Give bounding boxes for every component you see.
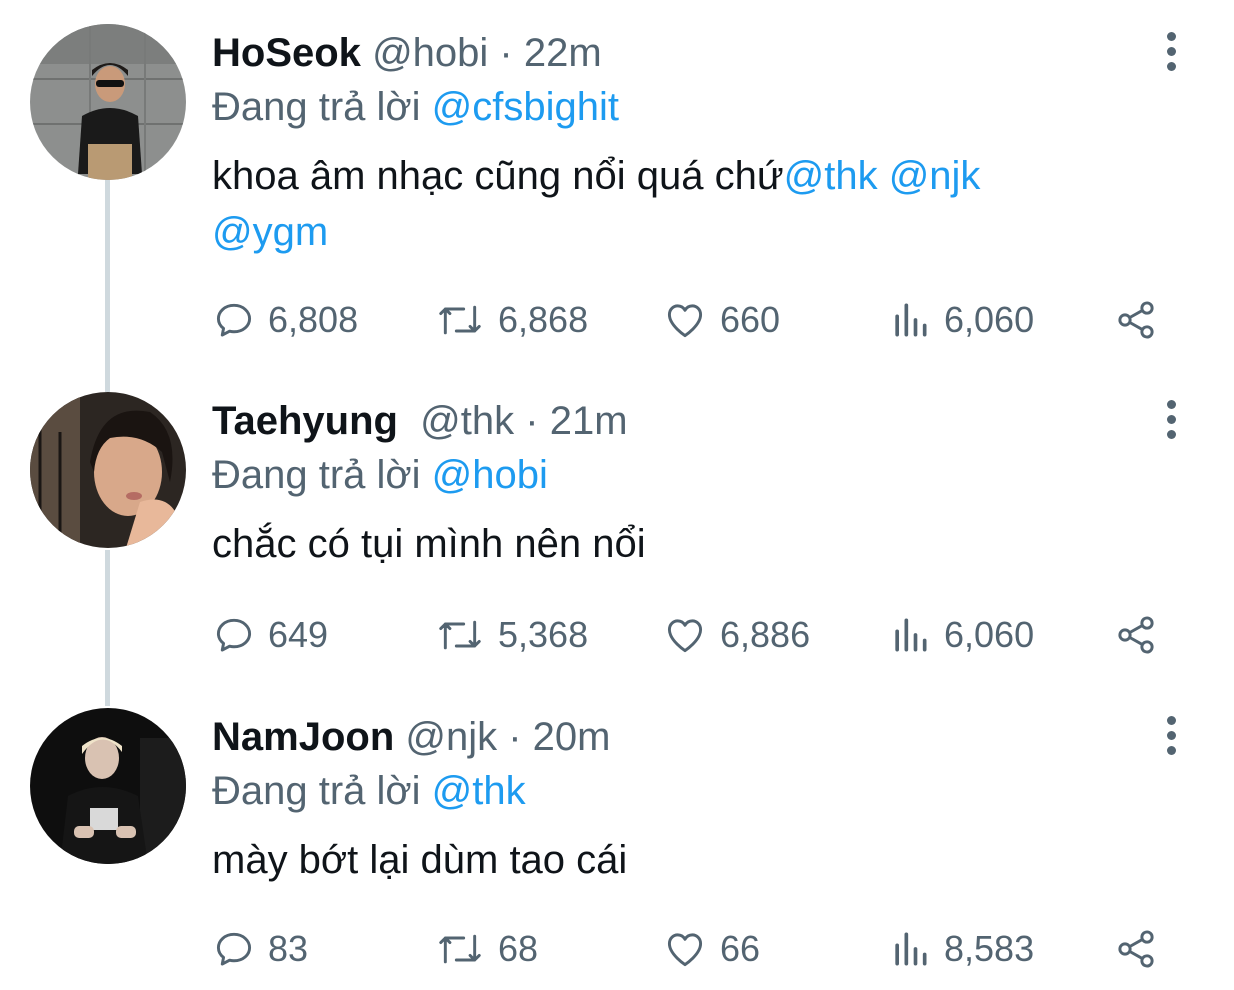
- display-name[interactable]: NamJoon: [212, 715, 394, 759]
- replying-to: Đang trả lời @cfsbighit: [212, 82, 619, 132]
- timestamp[interactable]: · 20m: [508, 715, 610, 759]
- tweet-header: HoSeok @hobi · 22m: [212, 28, 602, 78]
- avatar[interactable]: [30, 24, 186, 180]
- avatar[interactable]: [30, 392, 186, 548]
- tweet-header: NamJoon @njk · 20m: [212, 712, 611, 762]
- reply-count: 649: [268, 614, 329, 655]
- views-count: 8,583: [944, 928, 1035, 969]
- tweet[interactable]: NamJoon @njk · 20m Đang trả lời @thk mày…: [0, 708, 1234, 988]
- heart-icon: [667, 619, 703, 653]
- like-count: 660: [720, 299, 781, 340]
- retweet-button[interactable]: 5,368: [434, 610, 588, 660]
- tweet-body: mày bớt lại dùm tao cái: [212, 838, 628, 882]
- bar-chart-icon: [895, 618, 927, 652]
- avatar[interactable]: [30, 708, 186, 864]
- speech-bubble-icon: [216, 932, 252, 966]
- user-handle[interactable]: @hobi: [372, 31, 488, 75]
- share-nodes-icon: [1118, 301, 1154, 339]
- like-count: 6,886: [720, 614, 811, 655]
- reply-button[interactable]: 6,808: [212, 295, 358, 345]
- user-handle[interactable]: @njk: [405, 715, 497, 759]
- views-count: 6,060: [944, 614, 1035, 655]
- reply-to-mention[interactable]: @thk: [432, 769, 526, 813]
- retweet-arrows-icon: [439, 305, 481, 335]
- like-button[interactable]: 6,886: [662, 610, 810, 660]
- tweet-header: Taehyung @thk · 21m: [212, 396, 628, 446]
- tweet-text: khoa âm nhạc cũng nổi quá chứ@thk @njk @…: [212, 148, 1132, 260]
- more-options-icon[interactable]: [1160, 716, 1182, 760]
- user-handle[interactable]: @thk: [420, 399, 514, 443]
- replying-to-label: Đang trả lời: [212, 769, 421, 813]
- views-button[interactable]: 8,583: [888, 924, 1034, 974]
- tweet[interactable]: Taehyung @thk · 21m Đang trả lời @hobi c…: [0, 392, 1234, 692]
- reply-to-mention[interactable]: @hobi: [432, 453, 548, 497]
- replying-to: Đang trả lời @thk: [212, 766, 526, 816]
- reply-count: 83: [268, 928, 309, 969]
- share-nodes-icon: [1118, 616, 1154, 654]
- heart-icon: [667, 933, 703, 967]
- views-button[interactable]: 6,060: [888, 610, 1034, 660]
- replying-to-label: Đang trả lời: [212, 85, 421, 129]
- retweet-button[interactable]: 68: [434, 924, 538, 974]
- display-name[interactable]: Taehyung: [212, 399, 398, 443]
- more-options-icon[interactable]: [1160, 400, 1182, 444]
- tweet-actions: 649 5,368 6,886 6,060: [212, 610, 1172, 660]
- reply-button[interactable]: 83: [212, 924, 308, 974]
- like-button[interactable]: 66: [662, 924, 760, 974]
- retweet-button[interactable]: 6,868: [434, 295, 588, 345]
- tweet-text: chắc có tụi mình nên nổi: [212, 516, 1132, 572]
- replying-to-label: Đang trả lời: [212, 453, 421, 497]
- tweet-actions: 83 68 66 8,583: [212, 924, 1172, 974]
- reply-button[interactable]: 649: [212, 610, 328, 660]
- tweet-body: khoa âm nhạc cũng nổi quá chứ: [212, 154, 784, 198]
- replying-to: Đang trả lời @hobi: [212, 450, 548, 500]
- views-count: 6,060: [944, 299, 1035, 340]
- tweet-mentions[interactable]: @thk @njk: [784, 154, 981, 198]
- like-button[interactable]: 660: [662, 295, 780, 345]
- share-nodes-icon: [1118, 930, 1154, 968]
- reply-count: 6,808: [268, 299, 359, 340]
- timestamp[interactable]: · 22m: [499, 31, 601, 75]
- tweet-text: mày bớt lại dùm tao cái: [212, 832, 1132, 888]
- share-button[interactable]: [1112, 924, 1160, 974]
- retweet-count: 5,368: [498, 614, 589, 655]
- retweet-count: 68: [498, 928, 539, 969]
- views-button[interactable]: 6,060: [888, 295, 1034, 345]
- timestamp[interactable]: · 21m: [525, 399, 627, 443]
- retweet-count: 6,868: [498, 299, 589, 340]
- display-name[interactable]: HoSeok: [212, 31, 361, 75]
- more-options-icon[interactable]: [1160, 32, 1182, 76]
- retweet-arrows-icon: [439, 620, 481, 650]
- share-button[interactable]: [1112, 295, 1160, 345]
- share-button[interactable]: [1112, 610, 1160, 660]
- tweet[interactable]: HoSeok @hobi · 22m Đang trả lời @cfsbigh…: [0, 24, 1234, 364]
- bar-chart-icon: [895, 303, 927, 337]
- speech-bubble-icon: [216, 303, 252, 337]
- tweet-body: chắc có tụi mình nên nổi: [212, 522, 646, 566]
- like-count: 66: [720, 928, 761, 969]
- reply-to-mention[interactable]: @cfsbighit: [432, 85, 619, 129]
- heart-icon: [667, 304, 703, 338]
- tweet-mentions[interactable]: @ygm: [212, 210, 328, 254]
- tweet-actions: 6,808 6,868 660 6,060: [212, 295, 1172, 345]
- retweet-arrows-icon: [439, 934, 481, 964]
- speech-bubble-icon: [216, 618, 252, 652]
- bar-chart-icon: [895, 932, 927, 966]
